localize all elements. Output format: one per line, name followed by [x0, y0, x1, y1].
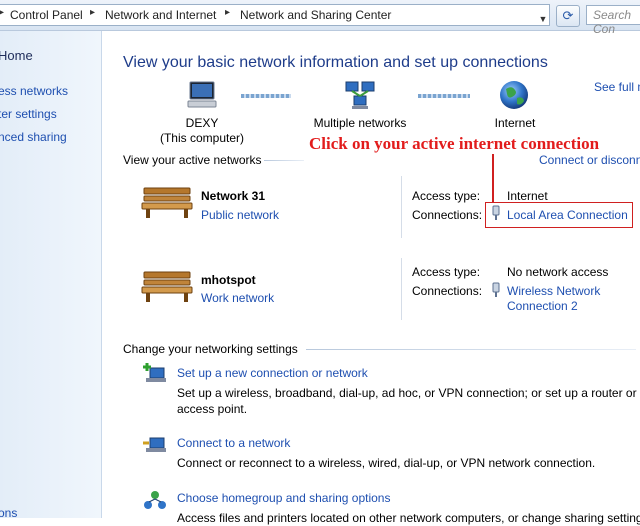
breadcrumb[interactable]: ▸ Control Panel ▸ Network and Internet ▸…	[0, 4, 550, 26]
address-bar: ▸ Control Panel ▸ Network and Internet ▸…	[0, 0, 640, 36]
refresh-button[interactable]: ⟳	[556, 5, 580, 27]
chevron-right-icon[interactable]: ▸	[90, 7, 95, 18]
access-type-value: Internet	[507, 189, 548, 203]
breadcrumb-network-sharing-center[interactable]: Network and Sharing Center	[240, 8, 391, 22]
nav-manage-wireless-networks[interactable]: ess networks	[0, 84, 68, 98]
page-title: View your basic network information and …	[123, 54, 548, 71]
connect-or-disconnect-link[interactable]: Connect or disconn	[539, 153, 640, 167]
wireless-connection-link[interactable]: Wireless Network	[507, 284, 600, 298]
computer-name: DEXY	[185, 116, 219, 130]
access-type-label: Access type:	[412, 189, 481, 203]
task-homegroup-sharing[interactable]: Choose homegroup and sharing options	[177, 491, 390, 505]
network-name: Network 31	[201, 189, 266, 203]
chevron-right-icon[interactable]: ▸	[225, 7, 230, 18]
wireless-connection-link-line2[interactable]: Connection 2	[507, 299, 578, 313]
breadcrumb-control-panel[interactable]: Control Panel	[10, 8, 83, 22]
bench-icon	[141, 271, 193, 302]
task-description: Connect or reconnect to a wireless, wire…	[177, 456, 596, 470]
access-type-value: No network access	[507, 265, 609, 279]
left-navigation-pane: Home ess networks ter settings nced shar…	[0, 31, 102, 520]
connect-network-icon	[143, 437, 166, 452]
divider	[306, 349, 636, 350]
connections-label: Connections:	[412, 208, 483, 222]
refresh-icon: ⟳	[562, 8, 574, 23]
computer-icon	[187, 81, 217, 108]
computer-subtitle: (This computer)	[159, 131, 245, 145]
multiple-networks-icon[interactable]	[342, 80, 378, 112]
access-type-label: Access type:	[412, 265, 481, 279]
chevron-down-icon[interactable]: ▼	[536, 10, 550, 28]
active-networks-heading: View your active networks	[123, 153, 262, 167]
map-connector	[241, 94, 291, 98]
new-connection-icon	[143, 363, 166, 382]
task-connect-to-network[interactable]: Connect to a network	[177, 436, 290, 450]
nav-control-panel-home[interactable]: Home	[0, 48, 33, 63]
breadcrumb-network-and-internet[interactable]: Network and Internet	[105, 8, 216, 22]
network-category-link[interactable]: Work network	[201, 291, 274, 305]
search-input[interactable]: Search Con	[586, 5, 640, 36]
change-settings-heading: Change your networking settings	[123, 342, 298, 356]
multiple-networks-label: Multiple networks	[313, 116, 407, 130]
task-setup-new-connection[interactable]: Set up a new connection or network	[177, 366, 368, 380]
annotation-text: Click on your active internet connection	[309, 134, 600, 153]
ethernet-plug-icon	[492, 205, 500, 220]
see-full-map-link[interactable]: See full m	[594, 80, 640, 94]
network-name: mhotspot	[201, 273, 256, 287]
task-description: Set up a wireless, broadband, dial-up, a…	[177, 386, 637, 416]
map-connector	[418, 94, 470, 98]
nav-change-adapter-settings[interactable]: ter settings	[0, 107, 57, 121]
internet-label: Internet	[494, 116, 536, 130]
divider	[401, 176, 402, 238]
bench-icon	[141, 187, 193, 218]
nav-advanced-sharing[interactable]: nced sharing	[0, 130, 67, 144]
homegroup-icon	[144, 491, 166, 509]
divider	[401, 258, 402, 320]
local-area-connection-link[interactable]: Local Area Connection	[507, 208, 628, 222]
wireless-plug-icon	[492, 282, 500, 297]
search-placeholder: Search Con	[593, 8, 632, 36]
divider	[264, 160, 304, 161]
chevron-right-icon[interactable]: ▸	[0, 7, 4, 18]
network-category-link[interactable]: Public network	[201, 208, 279, 222]
task-description: Access files and printers located on oth…	[177, 511, 640, 525]
globe-icon[interactable]	[498, 79, 530, 111]
annotation-arrow	[492, 154, 494, 202]
connections-label: Connections:	[412, 284, 483, 298]
